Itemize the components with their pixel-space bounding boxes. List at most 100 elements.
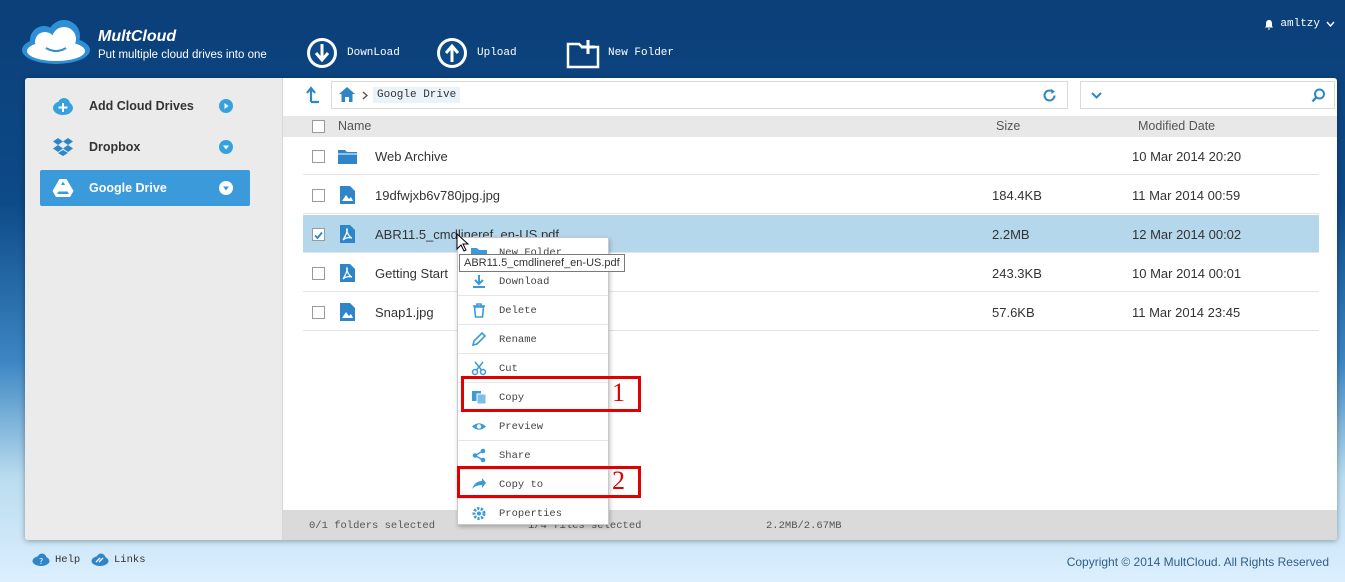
image-file-icon	[340, 186, 355, 204]
annotation-number: 2	[612, 466, 625, 495]
download-button[interactable]: DownLoad	[305, 36, 400, 70]
table-row[interactable]: Getting Start 243.3KB 10 Mar 2014 00:01	[303, 254, 1319, 292]
column-modified-date[interactable]: Modified Date	[1138, 119, 1215, 133]
pdf-file-icon	[340, 225, 355, 243]
menu-item-label: Download	[499, 276, 550, 288]
search-icon[interactable]	[1311, 88, 1326, 103]
status-bar: 0/1 folders selected 1/4 files selected …	[283, 510, 1337, 540]
file-date: 11 Mar 2014 23:45	[1132, 305, 1241, 320]
new-folder-button[interactable]: New Folder	[566, 36, 674, 70]
file-date: 12 Mar 2014 00:02	[1132, 227, 1242, 242]
table-row[interactable]: Web Archive 10 Mar 2014 20:20	[303, 137, 1319, 175]
search-input[interactable]	[1080, 81, 1335, 109]
mouse-cursor-icon	[456, 233, 470, 252]
status-size: 2.2MB/2.67MB	[766, 520, 842, 532]
table-row[interactable]: 19dfwjxb6v780jpg.jpg 184.4KB 11 Mar 2014…	[303, 176, 1319, 214]
breadcrumb[interactable]: Google Drive	[373, 87, 461, 103]
arrow-down-icon	[219, 140, 233, 154]
arrow-down-icon	[219, 181, 233, 195]
menu-item-preview[interactable]: Preview	[458, 412, 608, 441]
sidebar-item-add-cloud-drives[interactable]: Add Cloud Drives	[40, 88, 250, 124]
file-name: Getting Start	[375, 266, 448, 281]
main-panel: Add Cloud Drives Dropbox Google Drive Go…	[25, 78, 1337, 540]
menu-item-rename[interactable]: Rename	[458, 325, 608, 354]
sidebar-item-label: Google Drive	[89, 181, 167, 195]
menu-item-label: Rename	[499, 334, 537, 346]
file-size: 57.6KB	[992, 305, 1035, 320]
filename-tooltip: ABR11.5_cmdlineref_en-US.pdf	[459, 254, 625, 272]
column-size[interactable]: Size	[996, 119, 1020, 133]
file-date: 10 Mar 2014 00:01	[1132, 266, 1242, 281]
sidebar-item-label: Add Cloud Drives	[89, 99, 194, 113]
user-menu[interactable]: amltzy	[1264, 18, 1335, 30]
row-checkbox[interactable]	[312, 228, 325, 241]
sidebar-item-google-drive[interactable]: Google Drive	[40, 170, 250, 206]
sidebar-item-dropbox[interactable]: Dropbox	[40, 129, 250, 165]
multcloud-logo-icon	[22, 20, 90, 64]
trash-icon	[473, 303, 485, 318]
scissors-icon	[471, 361, 487, 376]
help-cloud-icon: ?	[32, 553, 50, 566]
links-label: Links	[114, 553, 146, 566]
download-label: DownLoad	[347, 47, 400, 59]
help-link[interactable]: ? Help	[32, 553, 80, 566]
up-arrow-icon[interactable]	[305, 86, 321, 104]
row-checkbox[interactable]	[312, 150, 325, 163]
file-name: Web Archive	[375, 149, 448, 164]
bell-icon	[1265, 19, 1274, 29]
home-icon[interactable]	[338, 86, 356, 103]
row-checkbox[interactable]	[312, 189, 325, 202]
svg-text:?: ?	[39, 557, 43, 566]
table-header: Name Size Modified Date	[283, 116, 1337, 137]
chevron-down-icon	[1326, 21, 1335, 27]
checkmark-icon	[314, 231, 323, 240]
links-link[interactable]: Links	[91, 553, 146, 566]
username: amltzy	[1280, 18, 1320, 30]
download-circle-icon	[307, 38, 337, 68]
help-label: Help	[55, 553, 81, 566]
select-all-checkbox[interactable]	[312, 120, 325, 133]
annotation-number: 1	[612, 378, 625, 407]
copyright-text: Copyright © 2014 MultCloud. All Rights R…	[1066, 555, 1329, 569]
chevron-down-icon[interactable]	[1091, 92, 1102, 99]
menu-item-delete[interactable]: Delete	[458, 296, 608, 325]
sidebar: Add Cloud Drives Dropbox Google Drive	[25, 78, 283, 540]
menu-item-properties[interactable]: Properties	[458, 499, 608, 528]
row-checkbox[interactable]	[312, 267, 325, 280]
menu-item-label: Cut	[499, 363, 518, 375]
file-name: Snap1.jpg	[375, 305, 434, 320]
column-name[interactable]: Name	[338, 119, 371, 133]
folder-icon	[338, 150, 357, 164]
google-drive-icon	[52, 179, 74, 197]
file-date: 11 Mar 2014 00:59	[1132, 188, 1241, 203]
image-file-icon	[340, 303, 355, 321]
menu-item-label: Preview	[499, 421, 544, 433]
arrow-right-icon	[219, 99, 233, 113]
upload-button[interactable]: Upload	[435, 36, 517, 70]
link-cloud-icon	[91, 553, 109, 566]
menu-item-label: Share	[499, 450, 531, 462]
row-checkbox[interactable]	[312, 306, 325, 319]
new-folder-icon	[566, 40, 600, 69]
gear-icon	[472, 507, 486, 520]
menu-item-label: Properties	[499, 508, 563, 520]
add-cloud-icon	[53, 98, 73, 115]
chevron-right-icon	[362, 91, 368, 100]
dropbox-icon	[53, 138, 73, 156]
pdf-file-icon	[340, 264, 355, 282]
file-name: 19dfwjxb6v780jpg.jpg	[375, 188, 501, 203]
new-folder-label: New Folder	[608, 47, 675, 59]
sidebar-item-label: Dropbox	[89, 140, 141, 154]
download-icon	[473, 275, 485, 288]
share-icon	[472, 448, 486, 463]
path-bar[interactable]: Google Drive	[331, 81, 1068, 109]
menu-item-label: Delete	[499, 305, 537, 317]
app-name: MultCloud	[98, 28, 177, 45]
table-row[interactable]: Snap1.jpg 57.6KB 11 Mar 2014 23:45	[303, 293, 1319, 331]
file-size: 2.2MB	[992, 227, 1030, 242]
file-date: 10 Mar 2014 20:20	[1132, 149, 1242, 164]
status-folders: 0/1 folders selected	[309, 520, 436, 532]
upload-label: Upload	[477, 47, 517, 59]
refresh-icon[interactable]	[1042, 88, 1057, 103]
file-size: 243.3KB	[992, 266, 1042, 281]
